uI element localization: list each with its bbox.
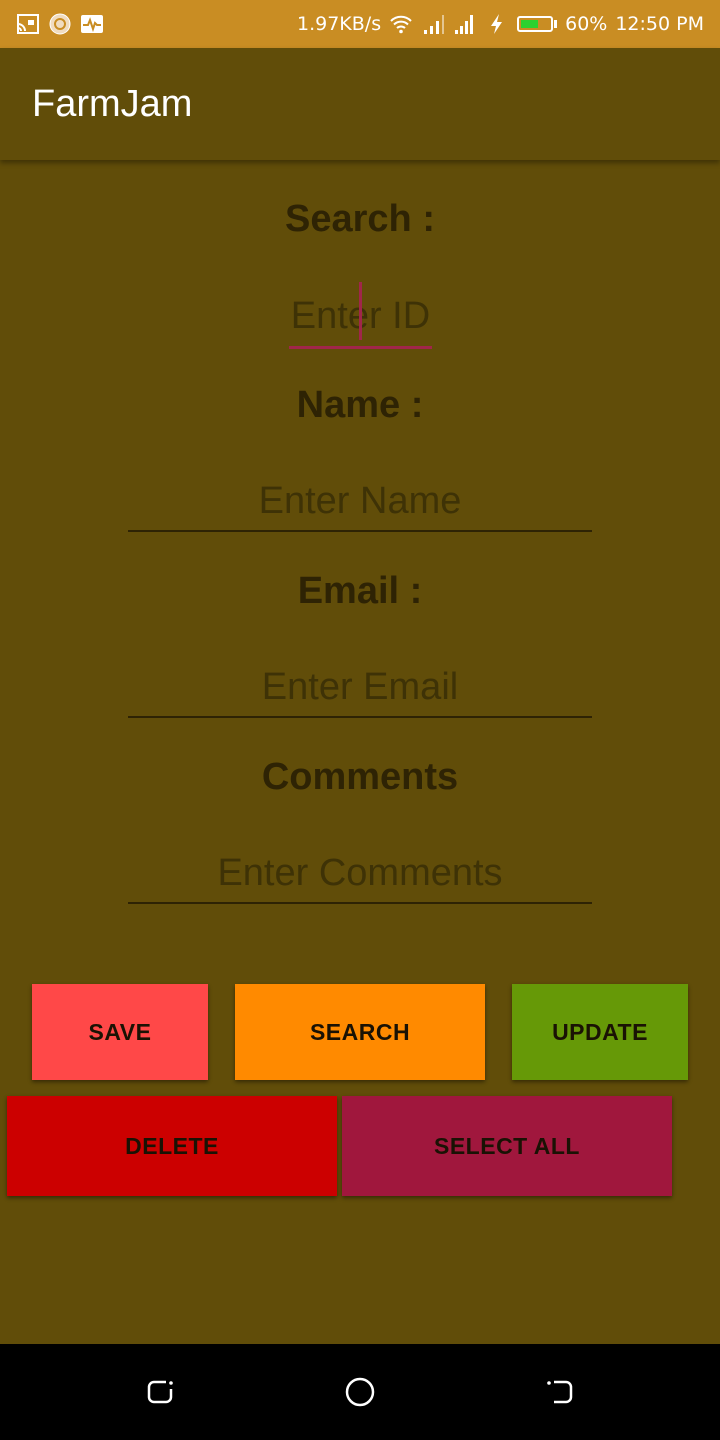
nav-bar xyxy=(0,1344,720,1440)
clock: 12:50 PM xyxy=(615,13,704,35)
network-speed: 1.97KB/s xyxy=(297,13,382,35)
status-bar: 1.97KB/s 60% 12:50 PM xyxy=(0,0,720,48)
email-input[interactable] xyxy=(128,658,592,718)
status-left-icons xyxy=(16,12,104,36)
home-icon[interactable] xyxy=(344,1376,376,1408)
cast-icon xyxy=(17,14,39,34)
delete-button[interactable]: DELETE xyxy=(7,1096,337,1196)
app-bar: FarmJam xyxy=(0,48,720,160)
signal-icon xyxy=(424,15,445,34)
app-title: FarmJam xyxy=(32,83,193,125)
activity-icon xyxy=(81,15,103,33)
search-button[interactable]: SEARCH xyxy=(235,984,485,1080)
comments-label: Comments xyxy=(261,756,459,798)
name-label: Name : xyxy=(296,384,424,426)
email-label: Email : xyxy=(297,570,423,612)
battery-icon xyxy=(517,16,558,32)
wifi-icon xyxy=(390,15,412,34)
search-label: Search : xyxy=(285,198,435,240)
signal-icon xyxy=(455,15,474,34)
update-button[interactable]: UPDATE xyxy=(512,984,688,1080)
comments-input[interactable] xyxy=(128,844,592,904)
back-icon[interactable] xyxy=(544,1376,576,1408)
battery-percent: 60% xyxy=(565,13,608,35)
recents-icon[interactable] xyxy=(144,1376,176,1408)
text-cursor xyxy=(359,282,362,340)
app-icon xyxy=(49,13,71,35)
status-right: 1.97KB/s 60% 12:50 PM xyxy=(297,0,704,48)
name-input[interactable] xyxy=(128,472,592,532)
charging-icon xyxy=(491,14,503,34)
save-button[interactable]: SAVE xyxy=(32,984,208,1080)
select-all-button[interactable]: SELECT ALL xyxy=(342,1096,672,1196)
